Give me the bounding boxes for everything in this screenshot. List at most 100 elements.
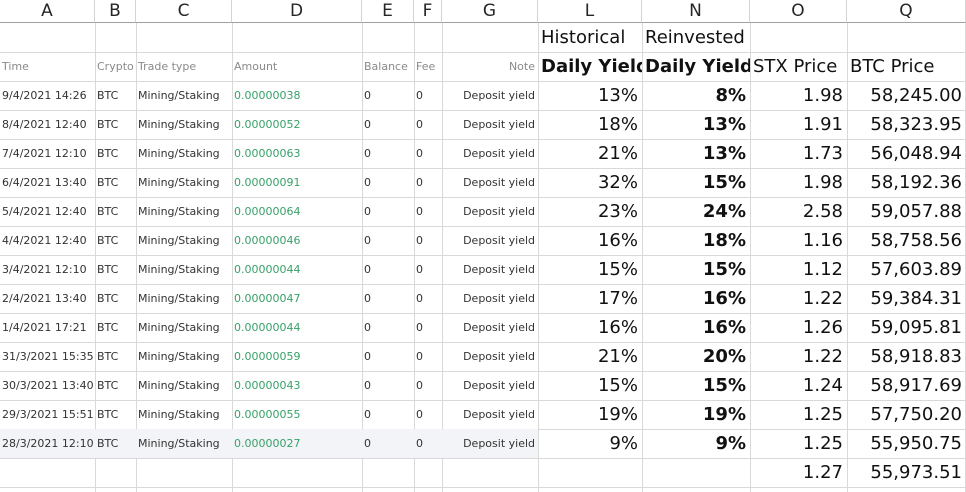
cell-f[interactable]: 0	[414, 197, 442, 226]
cell-l[interactable]: 16%	[538, 226, 642, 255]
cell-l[interactable]: 23%	[538, 197, 642, 226]
cell-a[interactable]: 3/4/2021 12:10	[0, 255, 95, 284]
cell-e[interactable]: 0	[362, 110, 414, 139]
cell-c[interactable]: Mining/Staking	[136, 226, 232, 255]
cell-g[interactable]: Deposit yield	[442, 255, 538, 284]
header-cell-l[interactable]: Daily Yield	[538, 52, 642, 81]
cell-e[interactable]: 0	[362, 313, 414, 342]
cell-g[interactable]: Deposit yield	[442, 226, 538, 255]
cell-c[interactable]: Mining/Staking	[136, 313, 232, 342]
cell-f[interactable]: 0	[414, 255, 442, 284]
cell-d[interactable]: 0.00000044	[232, 313, 362, 342]
cell-e[interactable]: 0	[362, 429, 414, 458]
cell-l[interactable]: 9%	[538, 429, 642, 458]
cell-o[interactable]: 1.22	[750, 342, 847, 371]
cell-b[interactable]: BTC	[95, 226, 136, 255]
cell-d[interactable]: 0.00000052	[232, 110, 362, 139]
cell-d[interactable]: 0.00000047	[232, 284, 362, 313]
cell-b[interactable]: BTC	[95, 371, 136, 400]
cell-e[interactable]: 0	[362, 226, 414, 255]
cell-c[interactable]: Mining/Staking	[136, 400, 232, 429]
cell-g[interactable]: Deposit yield	[442, 110, 538, 139]
cell-q[interactable]: 58,917.69	[847, 371, 966, 400]
cell-b[interactable]: BTC	[95, 429, 136, 458]
cell-d[interactable]: 0.00000059	[232, 342, 362, 371]
cell-o[interactable]: 1.25	[750, 429, 847, 458]
header-cell-q[interactable]: BTC Price	[847, 52, 966, 81]
cell-d[interactable]: 0.00000064	[232, 197, 362, 226]
cell-o[interactable]: 1.98	[750, 81, 847, 110]
cell-q[interactable]: 55,950.75	[847, 429, 966, 458]
cell-n[interactable]: 13%	[642, 110, 750, 139]
column-header-b[interactable]: B	[95, 0, 136, 23]
cell-c[interactable]: Mining/Staking	[136, 255, 232, 284]
cell-l[interactable]: 21%	[538, 139, 642, 168]
cell-n[interactable]: 8%	[642, 81, 750, 110]
cell-last-o[interactable]: 1.27	[750, 458, 847, 487]
cell-d[interactable]: 0.00000055	[232, 400, 362, 429]
cell-g[interactable]: Deposit yield	[442, 429, 538, 458]
column-header-o[interactable]: O	[750, 0, 847, 23]
header-cell-f[interactable]: Fee	[414, 52, 442, 81]
column-header-n[interactable]: N	[642, 0, 750, 23]
cell-b[interactable]: BTC	[95, 81, 136, 110]
cell-b[interactable]: BTC	[95, 110, 136, 139]
column-header-f[interactable]: F	[414, 0, 442, 23]
header-top-l[interactable]: Historical	[538, 23, 642, 52]
cell-c[interactable]: Mining/Staking	[136, 371, 232, 400]
column-header-q[interactable]: Q	[847, 0, 966, 23]
cell-f[interactable]: 0	[414, 429, 442, 458]
cell-f[interactable]: 0	[414, 284, 442, 313]
cell-o[interactable]: 1.16	[750, 226, 847, 255]
cell-e[interactable]: 0	[362, 400, 414, 429]
cell-d[interactable]: 0.00000038	[232, 81, 362, 110]
cell-q[interactable]: 56,048.94	[847, 139, 966, 168]
cell-n[interactable]: 16%	[642, 313, 750, 342]
cell-q[interactable]: 58,758.56	[847, 226, 966, 255]
cell-b[interactable]: BTC	[95, 284, 136, 313]
cell-a[interactable]: 6/4/2021 13:40	[0, 168, 95, 197]
cell-c[interactable]: Mining/Staking	[136, 197, 232, 226]
column-header-l[interactable]: L	[538, 0, 642, 23]
cell-a[interactable]: 7/4/2021 12:10	[0, 139, 95, 168]
cell-d[interactable]: 0.00000046	[232, 226, 362, 255]
cell-l[interactable]: 19%	[538, 400, 642, 429]
cell-c[interactable]: Mining/Staking	[136, 168, 232, 197]
cell-a[interactable]: 28/3/2021 12:10	[0, 429, 95, 458]
header-cell-n[interactable]: Daily Yield	[642, 52, 750, 81]
cell-a[interactable]: 5/4/2021 12:40	[0, 197, 95, 226]
header-cell-b[interactable]: Crypto	[95, 52, 136, 81]
cell-o[interactable]: 1.22	[750, 284, 847, 313]
cell-q[interactable]: 59,384.31	[847, 284, 966, 313]
cell-n[interactable]: 15%	[642, 371, 750, 400]
cell-g[interactable]: Deposit yield	[442, 81, 538, 110]
cell-o[interactable]: 1.26	[750, 313, 847, 342]
cell-e[interactable]: 0	[362, 342, 414, 371]
cell-q[interactable]: 57,750.20	[847, 400, 966, 429]
cell-o[interactable]: 1.24	[750, 371, 847, 400]
cell-b[interactable]: BTC	[95, 197, 136, 226]
header-top-n[interactable]: Reinvested	[642, 23, 750, 52]
column-header-d[interactable]: D	[232, 0, 362, 23]
cell-g[interactable]: Deposit yield	[442, 313, 538, 342]
cell-g[interactable]: Deposit yield	[442, 400, 538, 429]
cell-d[interactable]: 0.00000027	[232, 429, 362, 458]
cell-a[interactable]: 29/3/2021 15:51	[0, 400, 95, 429]
cell-c[interactable]: Mining/Staking	[136, 342, 232, 371]
cell-b[interactable]: BTC	[95, 168, 136, 197]
cell-d[interactable]: 0.00000091	[232, 168, 362, 197]
cell-q[interactable]: 59,095.81	[847, 313, 966, 342]
cell-g[interactable]: Deposit yield	[442, 168, 538, 197]
cell-a[interactable]: 9/4/2021 14:26	[0, 81, 95, 110]
cell-f[interactable]: 0	[414, 139, 442, 168]
header-cell-o[interactable]: STX Price	[750, 52, 847, 81]
cell-d[interactable]: 0.00000043	[232, 371, 362, 400]
column-header-c[interactable]: C	[136, 0, 232, 23]
cell-q[interactable]: 58,245.00	[847, 81, 966, 110]
cell-g[interactable]: Deposit yield	[442, 284, 538, 313]
cell-f[interactable]: 0	[414, 226, 442, 255]
cell-a[interactable]: 4/4/2021 12:40	[0, 226, 95, 255]
cell-e[interactable]: 0	[362, 255, 414, 284]
cell-a[interactable]: 31/3/2021 15:35	[0, 342, 95, 371]
cell-n[interactable]: 20%	[642, 342, 750, 371]
